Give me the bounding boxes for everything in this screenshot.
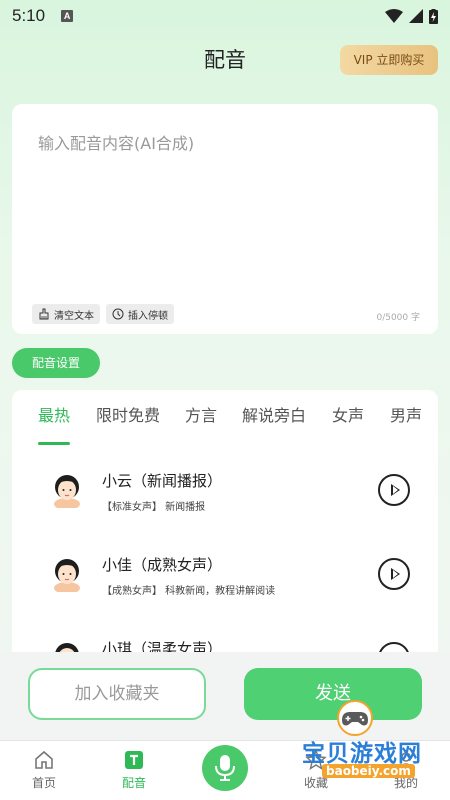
play-sample-button[interactable]	[378, 474, 410, 506]
voice-name: 小云（新闻播报）	[102, 472, 223, 490]
nav-item-home[interactable]: 首页	[14, 749, 74, 791]
tab-dialect[interactable]: 方言	[185, 402, 217, 426]
microphone-icon	[215, 755, 235, 781]
text-input-area[interactable]: 输入配音内容(AI合成) 清空文本 插入停顿 0/5000 字	[12, 104, 438, 334]
tab-hottest[interactable]: 最热	[38, 402, 70, 426]
voice-list-item[interactable]: 小佳（成熟女声） 【成熟女声】 科教新闻，教程讲解阅读	[12, 548, 438, 618]
watermark-text: 宝贝游戏网	[302, 741, 422, 767]
tab-female[interactable]: 女声	[332, 402, 364, 426]
active-tab-indicator	[38, 442, 70, 445]
play-sample-button[interactable]	[378, 642, 410, 652]
nav-item-dubbing[interactable]: 配音	[104, 749, 164, 791]
nav-label-home: 首页	[31, 776, 56, 790]
status-icons	[385, 8, 438, 24]
record-voice-button[interactable]	[202, 745, 248, 791]
clock-icon	[112, 308, 124, 320]
vip-buy-button[interactable]: VIP 立即购买	[340, 45, 438, 75]
home-icon	[35, 750, 53, 769]
add-to-favorites-button[interactable]: 加入收藏夹	[28, 668, 206, 720]
female-avatar-icon	[54, 475, 80, 508]
status-bar: 5:10 A	[0, 0, 450, 32]
voice-description: 【标准女声】 新闻播报	[102, 502, 206, 513]
tab-narration[interactable]: 解说旁白	[242, 402, 306, 426]
voice-category-tabs: 最热 限时免费 方言 解说旁白 女声 男声	[12, 402, 438, 445]
voice-list-item[interactable]: 小云（新闻播报） 【标准女声】 新闻播报	[12, 464, 438, 534]
voice-list-item[interactable]: 小琪（温柔女声）	[12, 632, 438, 652]
clear-text-label: 清空文本	[54, 310, 94, 322]
watermark-url: baobeiy.com	[322, 764, 415, 778]
wifi-icon	[385, 9, 403, 23]
voice-name: 小佳（成熟女声）	[102, 556, 223, 574]
female-avatar-icon	[54, 559, 80, 592]
clear-text-button[interactable]: 清空文本	[32, 304, 100, 324]
gamepad-logo-icon	[337, 700, 373, 736]
nav-label-dubbing: 配音	[121, 776, 146, 790]
voice-description: 【成熟女声】 科教新闻，教程讲解阅读	[102, 586, 276, 597]
watermark: 宝贝游戏网 baobeiy.com	[296, 700, 450, 792]
female-avatar-icon	[55, 643, 79, 652]
broom-icon	[39, 308, 49, 320]
voice-list-card: 最热 限时免费 方言 解说旁白 女声 男声 小云（新闻播报） 【标准女声】 新闻…	[12, 390, 438, 652]
tab-male[interactable]: 男声	[390, 402, 422, 426]
tab-limited-free[interactable]: 限时免费	[96, 402, 160, 426]
battery-icon	[429, 8, 438, 24]
dubbing-settings-button[interactable]: 配音设置	[12, 348, 100, 378]
status-time: 5:10	[12, 6, 46, 25]
signal-icon	[409, 9, 423, 23]
insert-pause-label: 插入停顿	[128, 310, 168, 322]
notification-icon: A	[61, 10, 74, 22]
text-tool-icon	[125, 751, 143, 769]
play-sample-button[interactable]	[378, 558, 410, 590]
insert-pause-button[interactable]: 插入停顿	[106, 304, 174, 324]
char-counter: 0/5000 字	[376, 313, 420, 323]
text-input-placeholder: 输入配音内容(AI合成)	[38, 134, 195, 153]
voice-name: 小琪（温柔女声）	[102, 640, 223, 652]
header: 配音 VIP 立即购买	[0, 36, 450, 82]
